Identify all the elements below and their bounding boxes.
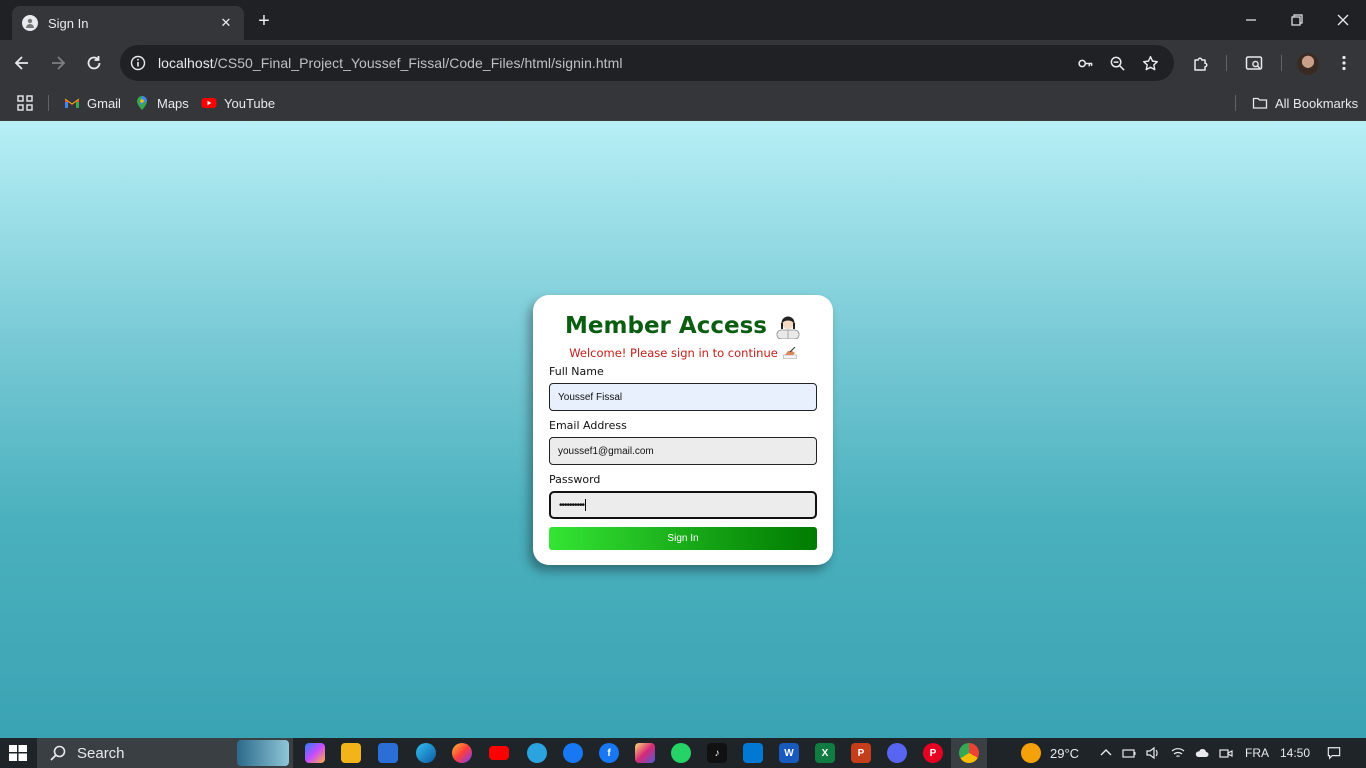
- wifi-icon[interactable]: [1171, 746, 1185, 760]
- youtube-app-icon[interactable]: [489, 746, 509, 760]
- apps-grid-icon[interactable]: [17, 93, 40, 113]
- browser-tab[interactable]: Sign In ✕: [12, 6, 244, 40]
- onedrive-cloud-icon[interactable]: [1195, 746, 1209, 760]
- extensions-icon[interactable]: [1190, 52, 1212, 74]
- back-button[interactable]: [10, 51, 34, 75]
- folder-icon: [1252, 95, 1268, 111]
- word-icon[interactable]: W: [779, 743, 799, 763]
- toolbar-divider: [1281, 55, 1282, 71]
- menu-kebab-icon[interactable]: [1333, 52, 1355, 74]
- gmail-icon: [64, 95, 80, 111]
- discord-icon[interactable]: [887, 743, 907, 763]
- powerpoint-icon[interactable]: P: [851, 743, 871, 763]
- profile-avatar[interactable]: [1297, 53, 1319, 75]
- bookmark-label: Maps: [157, 95, 189, 111]
- volume-icon[interactable]: [1146, 746, 1160, 760]
- signin-subtitle: Welcome! Please sign in to continue: [549, 343, 817, 363]
- email-label: Email Address: [549, 419, 627, 432]
- taskbar-search[interactable]: Search: [37, 738, 293, 768]
- site-info-icon[interactable]: [130, 55, 146, 71]
- bookmark-star-icon[interactable]: [1141, 54, 1159, 72]
- whatsapp-icon[interactable]: [671, 743, 691, 763]
- search-icon: [49, 744, 67, 762]
- forward-button[interactable]: [46, 51, 70, 75]
- bookmark-label: YouTube: [224, 95, 276, 111]
- password-input[interactable]: ••••••••••: [549, 491, 817, 519]
- firefox-icon[interactable]: [452, 743, 472, 763]
- address-bar[interactable]: localhost/CS50_Final_Project_Youssef_Fis…: [120, 45, 1174, 81]
- chrome-icon[interactable]: [959, 743, 979, 763]
- key-icon[interactable]: [1076, 54, 1094, 72]
- edge-icon[interactable]: [416, 743, 436, 763]
- tab-search-icon[interactable]: [1243, 52, 1265, 74]
- email-input[interactable]: youssef1@gmail.com: [549, 437, 817, 465]
- battery-icon[interactable]: [1122, 746, 1136, 760]
- messenger-icon[interactable]: [563, 743, 583, 763]
- notification-icon[interactable]: [1326, 745, 1342, 761]
- excel-icon[interactable]: X: [815, 743, 835, 763]
- microsoft-store-icon[interactable]: [378, 743, 398, 763]
- input-language[interactable]: FRA: [1245, 738, 1269, 768]
- tiktok-icon[interactable]: ♪: [707, 743, 727, 763]
- text-caret: [585, 499, 587, 511]
- copilot-icon[interactable]: [305, 743, 325, 763]
- youtube-icon: [201, 95, 217, 111]
- url-text: localhost/CS50_Final_Project_Youssef_Fis…: [158, 55, 623, 71]
- page-favicon-icon: [22, 15, 38, 31]
- password-label: Password: [549, 473, 601, 486]
- all-bookmarks-button[interactable]: All Bookmarks: [1252, 93, 1358, 113]
- reload-button[interactable]: [82, 51, 106, 75]
- telegram-icon[interactable]: [527, 743, 547, 763]
- bookmarks-divider: [1235, 95, 1236, 111]
- bookmark-label: Gmail: [87, 95, 121, 111]
- maps-icon: [134, 95, 150, 111]
- full-name-input[interactable]: Youssef Fissal: [549, 383, 817, 411]
- signin-card: Member Access Welcome! Please sign in to…: [533, 295, 833, 565]
- chevron-up-icon[interactable]: [1099, 746, 1113, 760]
- bookmark-youtube[interactable]: YouTube: [201, 93, 275, 113]
- restore-button[interactable]: [1274, 0, 1320, 40]
- tab-title: Sign In: [48, 15, 89, 31]
- search-highlight-image: [237, 740, 289, 766]
- toolbar-divider: [1226, 55, 1227, 71]
- pinterest-icon[interactable]: P: [923, 743, 943, 763]
- minimize-button[interactable]: [1228, 0, 1274, 40]
- close-window-button[interactable]: [1320, 0, 1366, 40]
- bookmarks-divider: [48, 95, 49, 111]
- windows-start-icon[interactable]: [9, 745, 27, 761]
- weather-sun-icon[interactable]: [1021, 743, 1041, 763]
- bookmark-gmail[interactable]: Gmail: [64, 93, 121, 113]
- instagram-icon[interactable]: [635, 743, 655, 763]
- facebook-icon[interactable]: f: [599, 743, 619, 763]
- new-tab-button[interactable]: +: [253, 10, 275, 32]
- page-viewport: Member Access Welcome! Please sign in to…: [0, 121, 1366, 738]
- bookmarks-bar: Gmail Maps YouTube All Bookmarks: [0, 86, 1366, 121]
- vscode-icon[interactable]: [743, 743, 763, 763]
- windows-taskbar: Search f ♪ W X P P 29°C FRA 14:50: [0, 738, 1366, 768]
- signin-title: Member Access: [549, 309, 817, 343]
- clock-time[interactable]: 14:50: [1280, 738, 1310, 768]
- bookmark-maps[interactable]: Maps: [134, 93, 189, 113]
- person-icon: [775, 313, 801, 339]
- signin-button[interactable]: Sign In: [549, 527, 817, 550]
- full-name-label: Full Name: [549, 365, 604, 378]
- zoom-icon[interactable]: [1108, 54, 1126, 72]
- file-explorer-icon[interactable]: [341, 743, 361, 763]
- tab-strip: Sign In ✕ +: [0, 0, 1366, 40]
- browser-toolbar: localhost/CS50_Final_Project_Youssef_Fis…: [0, 40, 1366, 86]
- weather-temperature[interactable]: 29°C: [1050, 738, 1079, 768]
- all-bookmarks-label: All Bookmarks: [1275, 95, 1359, 111]
- writing-hand-icon: [783, 347, 797, 359]
- search-placeholder: Search: [77, 744, 125, 762]
- camera-icon[interactable]: [1219, 746, 1233, 760]
- tab-close-icon[interactable]: ✕: [218, 15, 234, 31]
